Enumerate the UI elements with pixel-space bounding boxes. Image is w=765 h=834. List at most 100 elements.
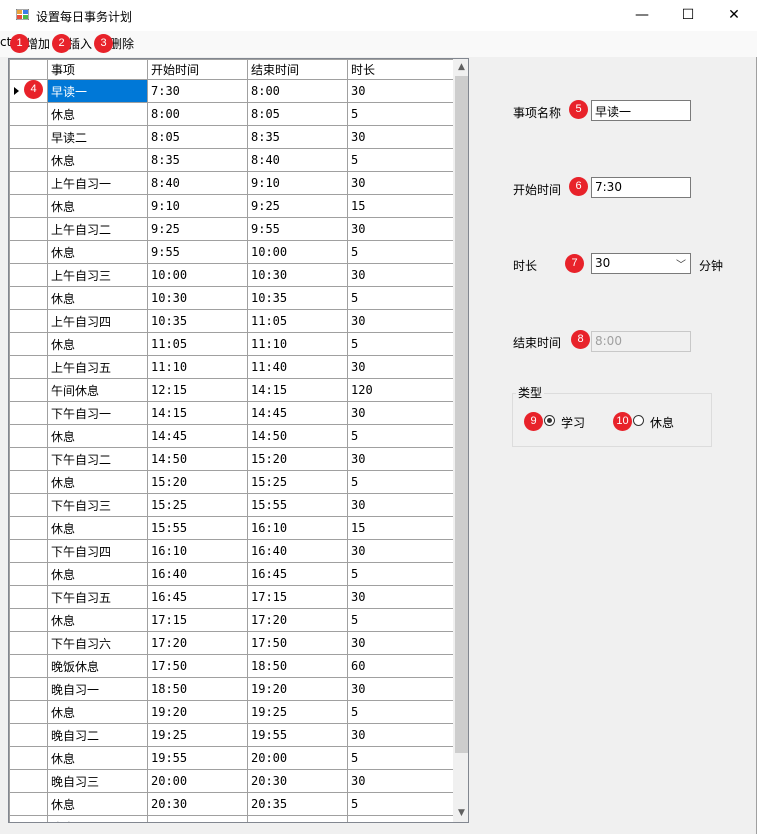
maximize-button[interactable]: ☐ — [665, 0, 711, 31]
menu-item-delete[interactable]: 删除 — [110, 35, 134, 52]
cell-start[interactable]: 18:50 — [147, 677, 248, 701]
cell-start[interactable]: 20:35 — [147, 815, 248, 822]
row-header[interactable] — [9, 263, 48, 287]
cell-item[interactable]: 休息 — [47, 102, 148, 126]
cell-start[interactable]: 19:20 — [147, 700, 248, 724]
row-header[interactable] — [9, 585, 48, 609]
row-header[interactable] — [9, 631, 48, 655]
row-header[interactable] — [9, 539, 48, 563]
cell-start[interactable]: 17:15 — [147, 608, 248, 632]
chevron-down-icon[interactable]: ﹀ — [676, 256, 686, 271]
row-header[interactable] — [9, 746, 48, 770]
cell-end[interactable]: 9:55 — [247, 217, 348, 241]
cell-duration[interactable]: 30 — [347, 539, 454, 563]
cell-duration[interactable]: 30 — [347, 447, 454, 471]
row-header[interactable] — [9, 608, 48, 632]
cell-end[interactable]: 17:15 — [247, 585, 348, 609]
row-header[interactable] — [9, 470, 48, 494]
cell-end[interactable]: 20:30 — [247, 769, 348, 793]
radio-study[interactable] — [544, 415, 555, 426]
cell-item[interactable]: 晚饭休息 — [47, 654, 148, 678]
table-row[interactable]: 晚自习一 18:50 19:20 30 — [9, 677, 454, 701]
column-header-duration[interactable]: 时长 — [347, 59, 454, 80]
cell-duration[interactable]: 30 — [347, 217, 454, 241]
cell-item[interactable]: 下午自习一 — [47, 401, 148, 425]
cell-start[interactable]: 8:35 — [147, 148, 248, 172]
cell-end[interactable]: 11:10 — [247, 332, 348, 356]
cell-end[interactable]: 11:05 — [247, 309, 348, 333]
cell-item[interactable]: 休息 — [47, 792, 148, 816]
cell-item[interactable]: 休息 — [47, 746, 148, 770]
row-header[interactable] — [9, 309, 48, 333]
name-input[interactable]: 早读一 — [591, 100, 691, 121]
cell-start[interactable]: 15:55 — [147, 516, 248, 540]
cell-end[interactable]: 16:40 — [247, 539, 348, 563]
cell-end[interactable]: 18:50 — [247, 654, 348, 678]
table-row[interactable]: 下午自习四 16:10 16:40 30 — [9, 539, 454, 563]
table-row[interactable]: 上午自习二 9:25 9:55 30 — [9, 217, 454, 241]
cell-duration[interactable]: 5 — [347, 470, 454, 494]
cell-item[interactable]: 休息 — [47, 148, 148, 172]
cell-end[interactable]: 21:05 — [247, 815, 348, 822]
cell-item[interactable]: 休息 — [47, 562, 148, 586]
cell-item[interactable]: 上午自习五 — [47, 355, 148, 379]
cell-duration[interactable]: 30 — [347, 493, 454, 517]
table-row[interactable]: 休息 15:55 16:10 15 — [9, 516, 454, 540]
row-header[interactable] — [9, 332, 48, 356]
cell-item[interactable]: 下午自习四 — [47, 539, 148, 563]
column-header-end[interactable]: 结束时间 — [247, 59, 348, 80]
cell-end[interactable]: 14:45 — [247, 401, 348, 425]
table-row[interactable]: 晚自习三 20:00 20:30 30 — [9, 769, 454, 793]
cell-item[interactable]: 晚自习四 — [47, 815, 148, 822]
cell-end[interactable]: 20:35 — [247, 792, 348, 816]
cell-start[interactable]: 7:30 — [147, 79, 248, 103]
row-header[interactable] — [9, 401, 48, 425]
radio-study-label[interactable]: 学习 — [561, 414, 585, 431]
table-row[interactable]: 休息 9:10 9:25 15 — [9, 194, 454, 218]
minimize-button[interactable]: — — [619, 0, 665, 31]
cell-start[interactable]: 8:40 — [147, 171, 248, 195]
cell-end[interactable]: 11:40 — [247, 355, 348, 379]
cell-duration[interactable]: 15 — [347, 194, 454, 218]
table-row[interactable]: 上午自习三 10:00 10:30 30 — [9, 263, 454, 287]
cell-item[interactable]: 休息 — [47, 608, 148, 632]
cell-duration[interactable]: 5 — [347, 332, 454, 356]
cell-item[interactable]: 下午自习三 — [47, 493, 148, 517]
cell-end[interactable]: 9:10 — [247, 171, 348, 195]
cell-item[interactable]: 上午自习一 — [47, 171, 148, 195]
table-row[interactable]: 上午自习一 8:40 9:10 30 — [9, 171, 454, 195]
cell-duration[interactable]: 60 — [347, 654, 454, 678]
row-header[interactable] — [9, 102, 48, 126]
cell-duration[interactable]: 5 — [347, 562, 454, 586]
cell-end[interactable]: 16:45 — [247, 562, 348, 586]
row-header[interactable] — [9, 723, 48, 747]
row-header[interactable] — [9, 815, 48, 822]
schedule-grid[interactable]: 事项 开始时间 结束时间 时长 早读一 7:30 8:00 30 休息 8:00 8:05 5… — [8, 58, 469, 823]
table-row[interactable]: 午间休息 12:15 14:15 120 — [9, 378, 454, 402]
row-header[interactable] — [9, 286, 48, 310]
table-row[interactable]: 休息 11:05 11:10 5 — [9, 332, 454, 356]
cell-end[interactable]: 19:25 — [247, 700, 348, 724]
cell-start[interactable]: 17:20 — [147, 631, 248, 655]
cell-start[interactable]: 10:00 — [147, 263, 248, 287]
table-row[interactable]: 上午自习四 10:35 11:05 30 — [9, 309, 454, 333]
cell-start[interactable]: 19:25 — [147, 723, 248, 747]
cell-duration[interactable]: 30 — [347, 125, 454, 149]
table-row[interactable]: 休息 19:55 20:00 5 — [9, 746, 454, 770]
cell-start[interactable]: 16:40 — [147, 562, 248, 586]
cell-end[interactable]: 10:00 — [247, 240, 348, 264]
cell-item[interactable]: 休息 — [47, 286, 148, 310]
cell-end[interactable]: 8:40 — [247, 148, 348, 172]
cell-start[interactable]: 11:10 — [147, 355, 248, 379]
grid-vertical-scrollbar[interactable]: ▲ ▼ — [453, 59, 468, 822]
cell-end[interactable]: 15:25 — [247, 470, 348, 494]
close-button[interactable]: ✕ — [711, 0, 757, 31]
cell-end[interactable]: 10:30 — [247, 263, 348, 287]
table-row[interactable]: 下午自习五 16:45 17:15 30 — [9, 585, 454, 609]
cell-end[interactable]: 9:25 — [247, 194, 348, 218]
row-header[interactable] — [9, 493, 48, 517]
cell-end[interactable]: 8:05 — [247, 102, 348, 126]
cell-end[interactable]: 20:00 — [247, 746, 348, 770]
cell-duration[interactable]: 120 — [347, 378, 454, 402]
table-row[interactable]: 晚自习四20:3521:0530 — [9, 815, 454, 822]
